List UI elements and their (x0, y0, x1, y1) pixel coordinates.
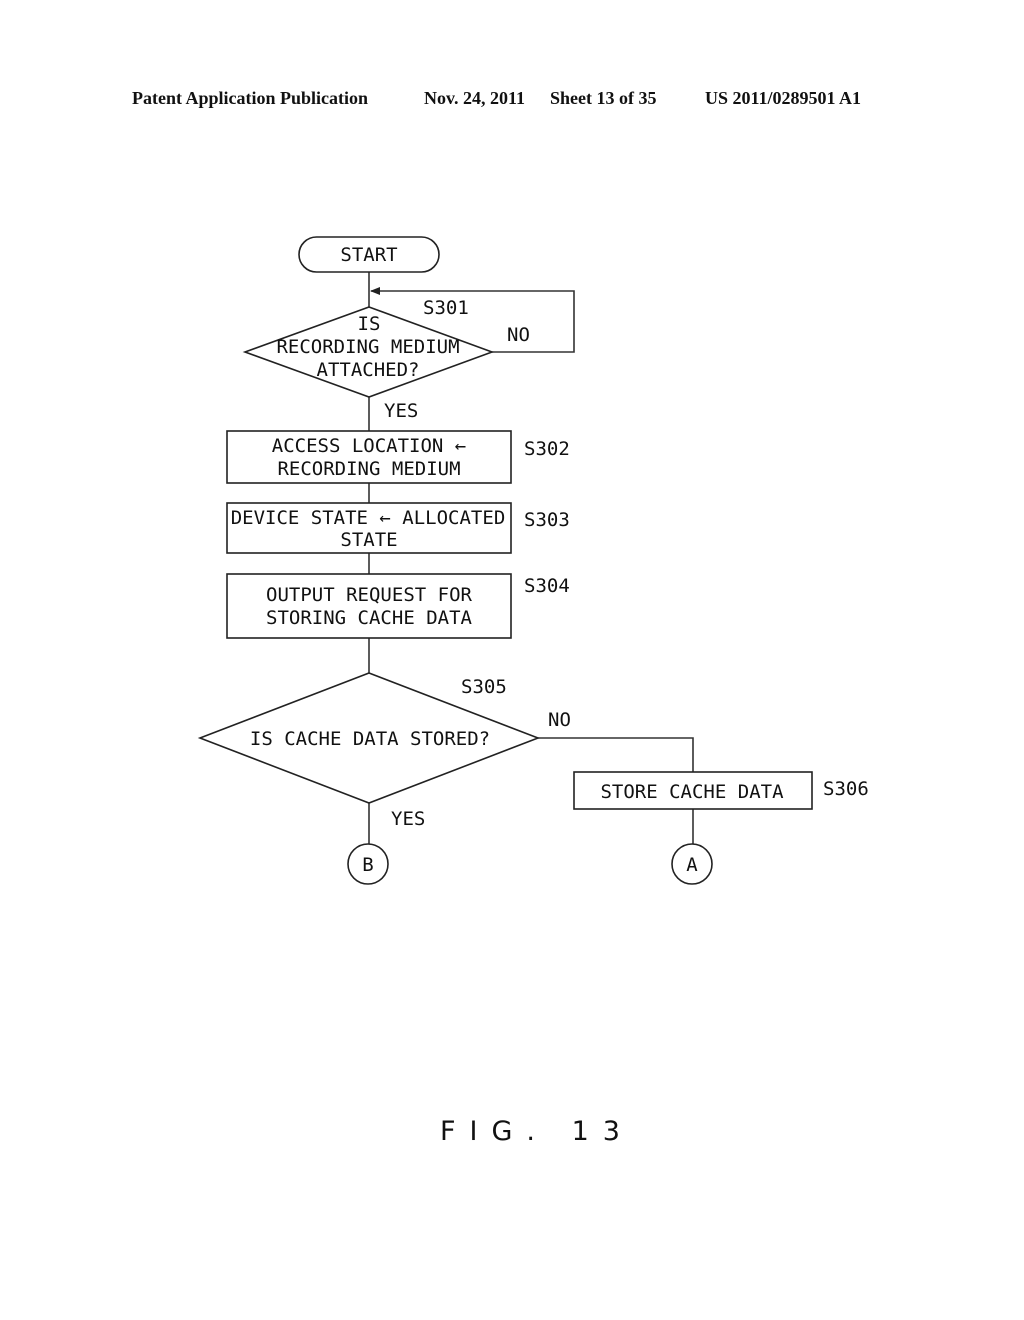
s303-line-1: DEVICE STATE ← ALLOCATED (231, 507, 506, 529)
connector-b-label: B (362, 854, 373, 876)
s301-line-3: ATTACHED? (317, 359, 420, 381)
s301-yes-label: YES (384, 400, 418, 422)
s302-line-2: RECORDING MEDIUM (277, 458, 460, 480)
s306-step-id: S306 (823, 778, 869, 800)
s302-line-1: ACCESS LOCATION ← (272, 435, 466, 457)
s305-no-label: NO (548, 709, 571, 731)
s301-step-id: S301 (423, 297, 469, 319)
s301-line-2: RECORDING MEDIUM (276, 336, 459, 358)
s304-line-1: OUTPUT REQUEST FOR (266, 584, 472, 606)
s305-step-id: S305 (461, 676, 507, 698)
figure-label: FIG. 13 (440, 1116, 634, 1147)
s301-no-label: NO (507, 324, 530, 346)
edge-s305-no (538, 737, 694, 772)
s305-line-1: IS CACHE DATA STORED? (250, 728, 490, 750)
s305-yes-label: YES (391, 808, 425, 830)
connector-a-label: A (686, 854, 698, 876)
s304-line-2: STORING CACHE DATA (266, 607, 472, 629)
s303-step-id: S303 (524, 509, 570, 531)
s304-step-id: S304 (524, 575, 570, 597)
s303-line-2: STATE (340, 529, 397, 551)
start-label: START (340, 244, 397, 266)
s306-line-1: STORE CACHE DATA (600, 781, 784, 803)
s301-line-1: IS (358, 313, 381, 335)
s302-step-id: S302 (524, 438, 570, 460)
